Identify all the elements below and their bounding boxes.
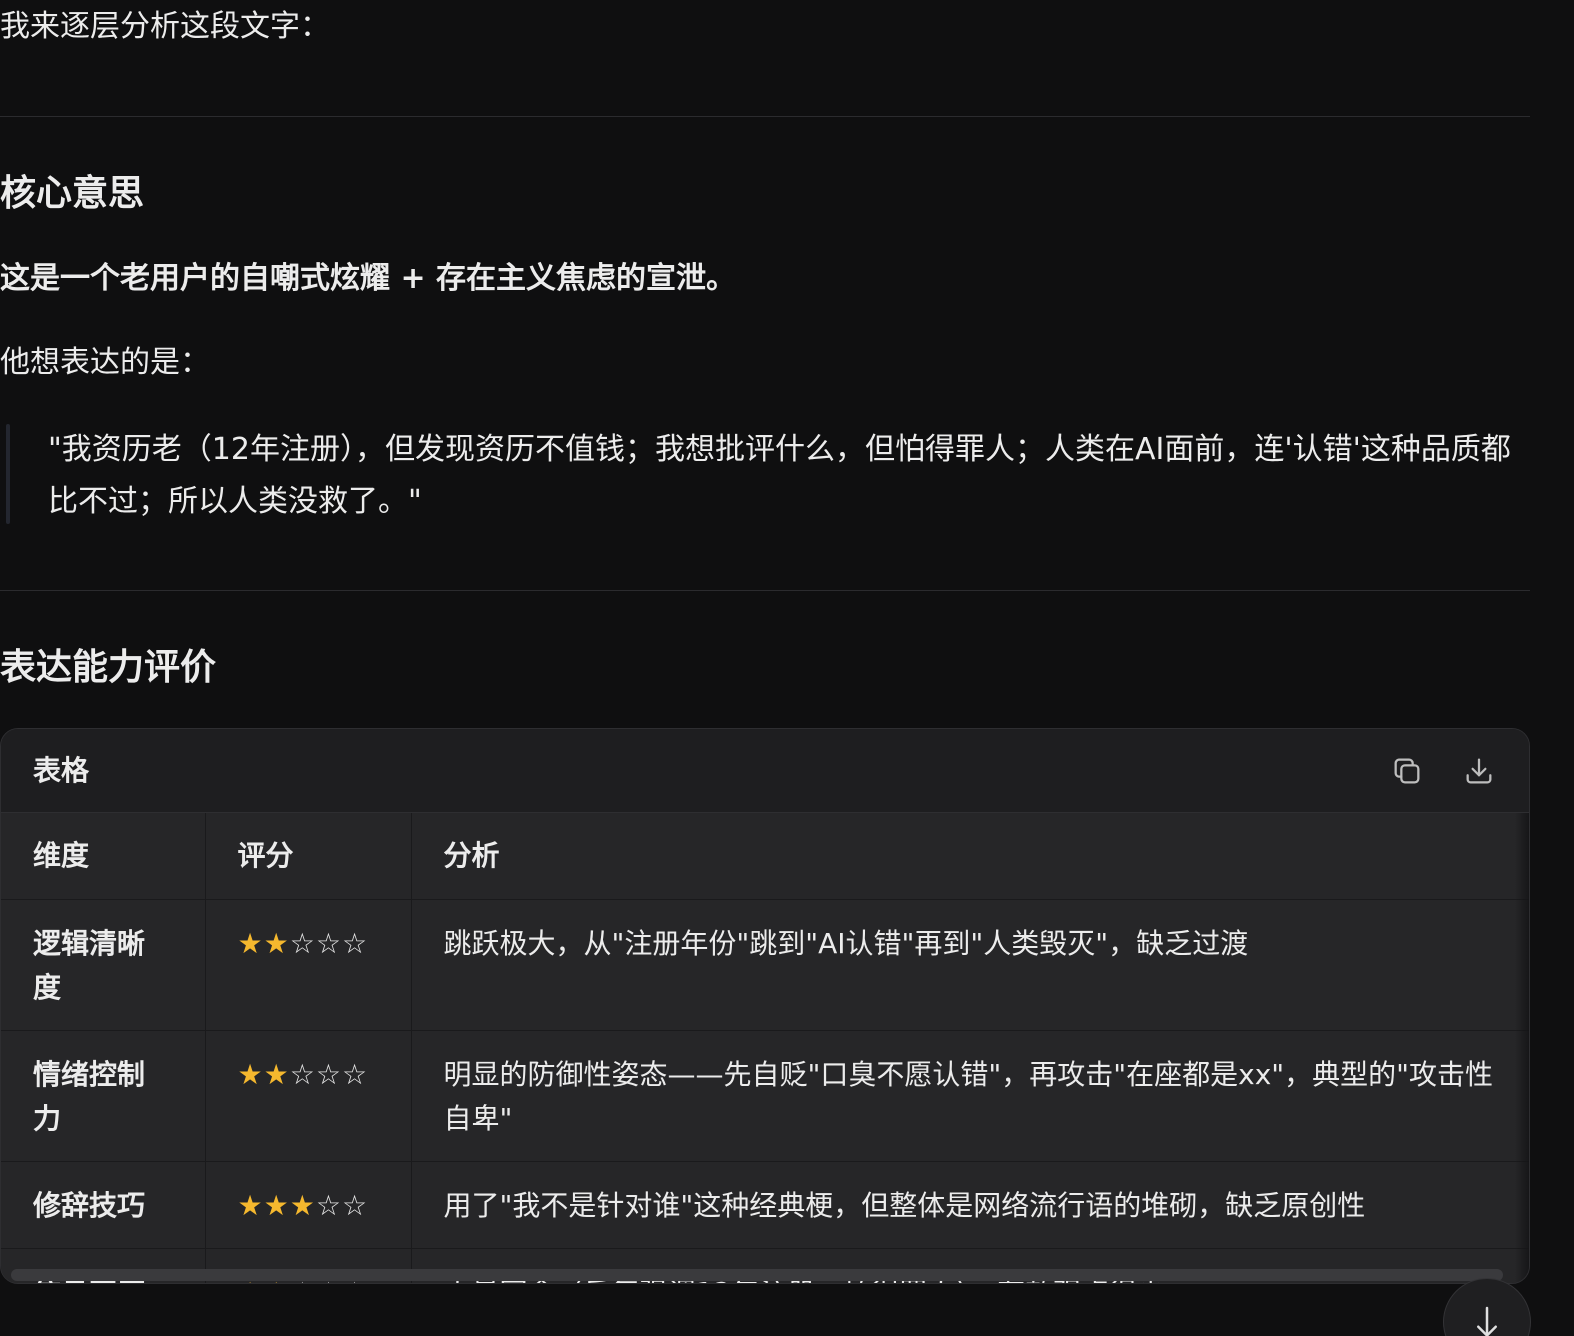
star-filled-icon: ★ xyxy=(263,927,290,960)
star-filled-icon: ★ xyxy=(237,927,264,960)
star-empty-icon: ☆ xyxy=(315,1058,342,1091)
table-row: 情绪控制力 ★★☆☆☆ 明显的防御性姿态——先自贬"口臭不愿认错"，再攻击"在座… xyxy=(1,1030,1529,1162)
summary-bold: 这是一个老用户的自嘲式炫耀 + 存在主义焦虑的宣泄。 xyxy=(0,261,737,296)
cell-score: ★★☆☆☆ xyxy=(205,1030,412,1162)
cell-analysis: 跳跃极大，从"注册年份"跳到"AI认错"再到"人类毁灭"，缺乏过渡 xyxy=(411,899,1529,1031)
cell-score: ★★★☆☆ xyxy=(205,1161,412,1249)
star-empty-icon: ☆ xyxy=(315,1189,342,1222)
lead-text: 他想表达的是： xyxy=(0,345,210,380)
table-card: 表格 维度 评分 分析 逻辑清晰度 ★★☆☆☆ 跳跃极大，从"注册年份"跳到"A… xyxy=(0,728,1530,1284)
divider xyxy=(0,590,1530,591)
column-header-analysis: 分析 xyxy=(411,813,1529,900)
star-empty-icon: ☆ xyxy=(289,927,316,960)
table-horizontal-scrollbar[interactable] xyxy=(11,1269,1503,1281)
star-rating: ★★★☆☆ xyxy=(238,1189,369,1222)
copy-icon xyxy=(1394,758,1420,784)
table-row: 修辞技巧 ★★★☆☆ 用了"我不是针对谁"这种经典梗，但整体是网络流行语的堆砌，… xyxy=(1,1161,1529,1249)
copy-table-button[interactable] xyxy=(1385,749,1429,793)
summary-text: 这是一个老用户的自嘲式炫耀 + 存在主义焦虑的宣泄。 xyxy=(0,258,736,300)
table-title: 表格 xyxy=(33,754,90,787)
blockquote: "我资历老（12年注册），但发现资历不值钱；我想批评什么，但怕得罪人；人类在AI… xyxy=(0,424,1530,526)
star-rating: ★★☆☆☆ xyxy=(238,1058,369,1091)
table-overflow-fade xyxy=(1515,813,1529,1283)
cell-dimension: 逻辑清晰度 xyxy=(1,899,206,1031)
chat-page: 我来逐层分析这段文字： 核心意思 这是一个老用户的自嘲式炫耀 + 存在主义焦虑的… xyxy=(0,0,1574,1336)
star-filled-icon: ★ xyxy=(237,1189,264,1222)
cell-score: ★★☆☆☆ xyxy=(205,899,412,1031)
blockquote-text: "我资历老（12年注册），但发现资历不值钱；我想批评什么，但怕得罪人；人类在AI… xyxy=(48,432,1511,519)
star-empty-icon: ☆ xyxy=(315,927,342,960)
evaluation-table: 维度 评分 分析 逻辑清晰度 ★★☆☆☆ 跳跃极大，从"注册年份"跳到"AI认错… xyxy=(1,813,1529,1283)
star-empty-icon: ☆ xyxy=(289,1058,316,1091)
star-filled-icon: ★ xyxy=(263,1058,290,1091)
table-row: 逻辑清晰度 ★★☆☆☆ 跳跃极大，从"注册年份"跳到"AI认错"再到"人类毁灭"… xyxy=(1,899,1529,1031)
column-header-dimension: 维度 xyxy=(1,813,206,900)
star-empty-icon: ☆ xyxy=(341,927,369,960)
star-filled-icon: ★ xyxy=(289,1189,316,1222)
table-card-header: 表格 xyxy=(1,729,1529,813)
download-icon xyxy=(1466,758,1492,784)
star-filled-icon: ★ xyxy=(237,1058,264,1091)
column-header-score: 评分 xyxy=(205,813,412,900)
cell-analysis: 明显的防御性姿态——先自贬"口臭不愿认错"，再攻击"在座都是xx"，典型的"攻击… xyxy=(411,1030,1529,1162)
divider xyxy=(0,116,1530,117)
star-filled-icon: ★ xyxy=(263,1189,290,1222)
section-heading-expression: 表达能力评价 xyxy=(0,647,217,688)
scroll-to-bottom-button[interactable] xyxy=(1443,1278,1531,1336)
blockquote-bar xyxy=(6,424,10,524)
star-empty-icon: ☆ xyxy=(341,1189,369,1222)
cell-dimension: 情绪控制力 xyxy=(1,1030,206,1162)
section-heading-core-meaning: 核心意思 xyxy=(0,173,145,214)
intro-text: 我来逐层分析这段文字： xyxy=(0,9,330,44)
cell-dimension: 修辞技巧 xyxy=(1,1161,206,1249)
arrow-down-icon xyxy=(1477,1306,1497,1336)
download-table-button[interactable] xyxy=(1457,749,1501,793)
table-header-row: 维度 评分 分析 xyxy=(1,813,1529,900)
star-rating: ★★☆☆☆ xyxy=(238,927,369,960)
star-empty-icon: ☆ xyxy=(341,1058,369,1091)
cell-analysis: 用了"我不是针对谁"这种经典梗，但整体是网络流行语的堆砌，缺乏原创性 xyxy=(411,1161,1529,1249)
